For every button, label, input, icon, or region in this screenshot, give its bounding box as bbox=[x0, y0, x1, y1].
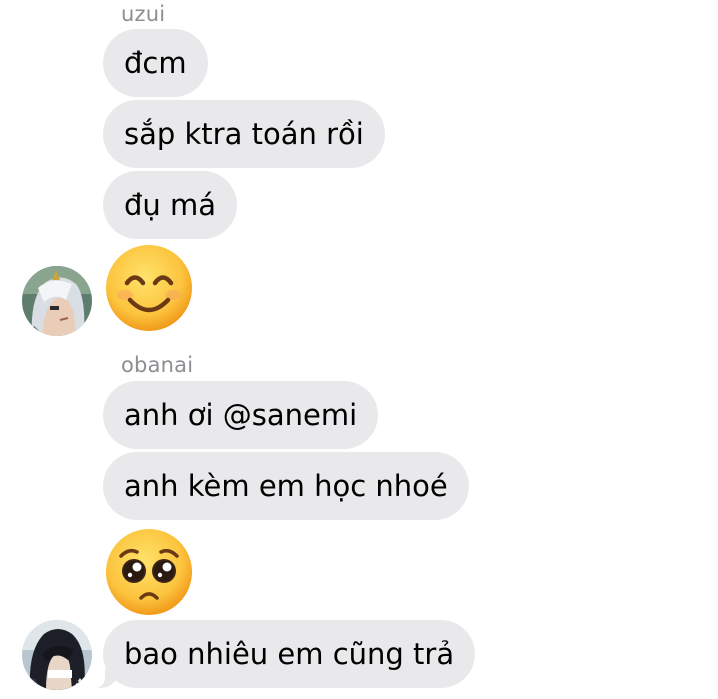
message-bubble[interactable]: đcm bbox=[103, 29, 208, 97]
sender-name: uzui bbox=[121, 2, 166, 26]
message-text: đụ má bbox=[124, 188, 217, 222]
chat-thread: uzui đcm sắp ktra toán rồi đụ má obanai … bbox=[0, 0, 718, 699]
silver-haired-character-avatar-icon bbox=[22, 266, 92, 336]
message-bubble[interactable]: sắp ktra toán rồi bbox=[103, 100, 385, 168]
message-text: đcm bbox=[124, 46, 187, 80]
message-text: anh kèm em học nhoé bbox=[124, 469, 448, 503]
message-bubble[interactable]: bao nhiêu em cũng trả bbox=[90, 620, 476, 688]
sender-name: obanai bbox=[121, 353, 194, 377]
avatar[interactable] bbox=[22, 266, 92, 336]
smiling-face-emoji[interactable] bbox=[103, 242, 195, 334]
avatar[interactable] bbox=[22, 620, 92, 690]
message-bubble[interactable]: anh kèm em học nhoé bbox=[103, 452, 469, 520]
message-text: bao nhiêu em cũng trả bbox=[124, 637, 455, 671]
message-text: anh ơi @sanemi bbox=[124, 398, 358, 432]
message-bubble[interactable]: anh ơi @sanemi bbox=[103, 381, 379, 449]
message-text: sắp ktra toán rồi bbox=[124, 117, 364, 151]
pleading-face-emoji[interactable] bbox=[103, 526, 195, 618]
message-bubble[interactable]: đụ má bbox=[103, 171, 238, 239]
dark-haired-character-avatar-icon bbox=[22, 620, 92, 690]
